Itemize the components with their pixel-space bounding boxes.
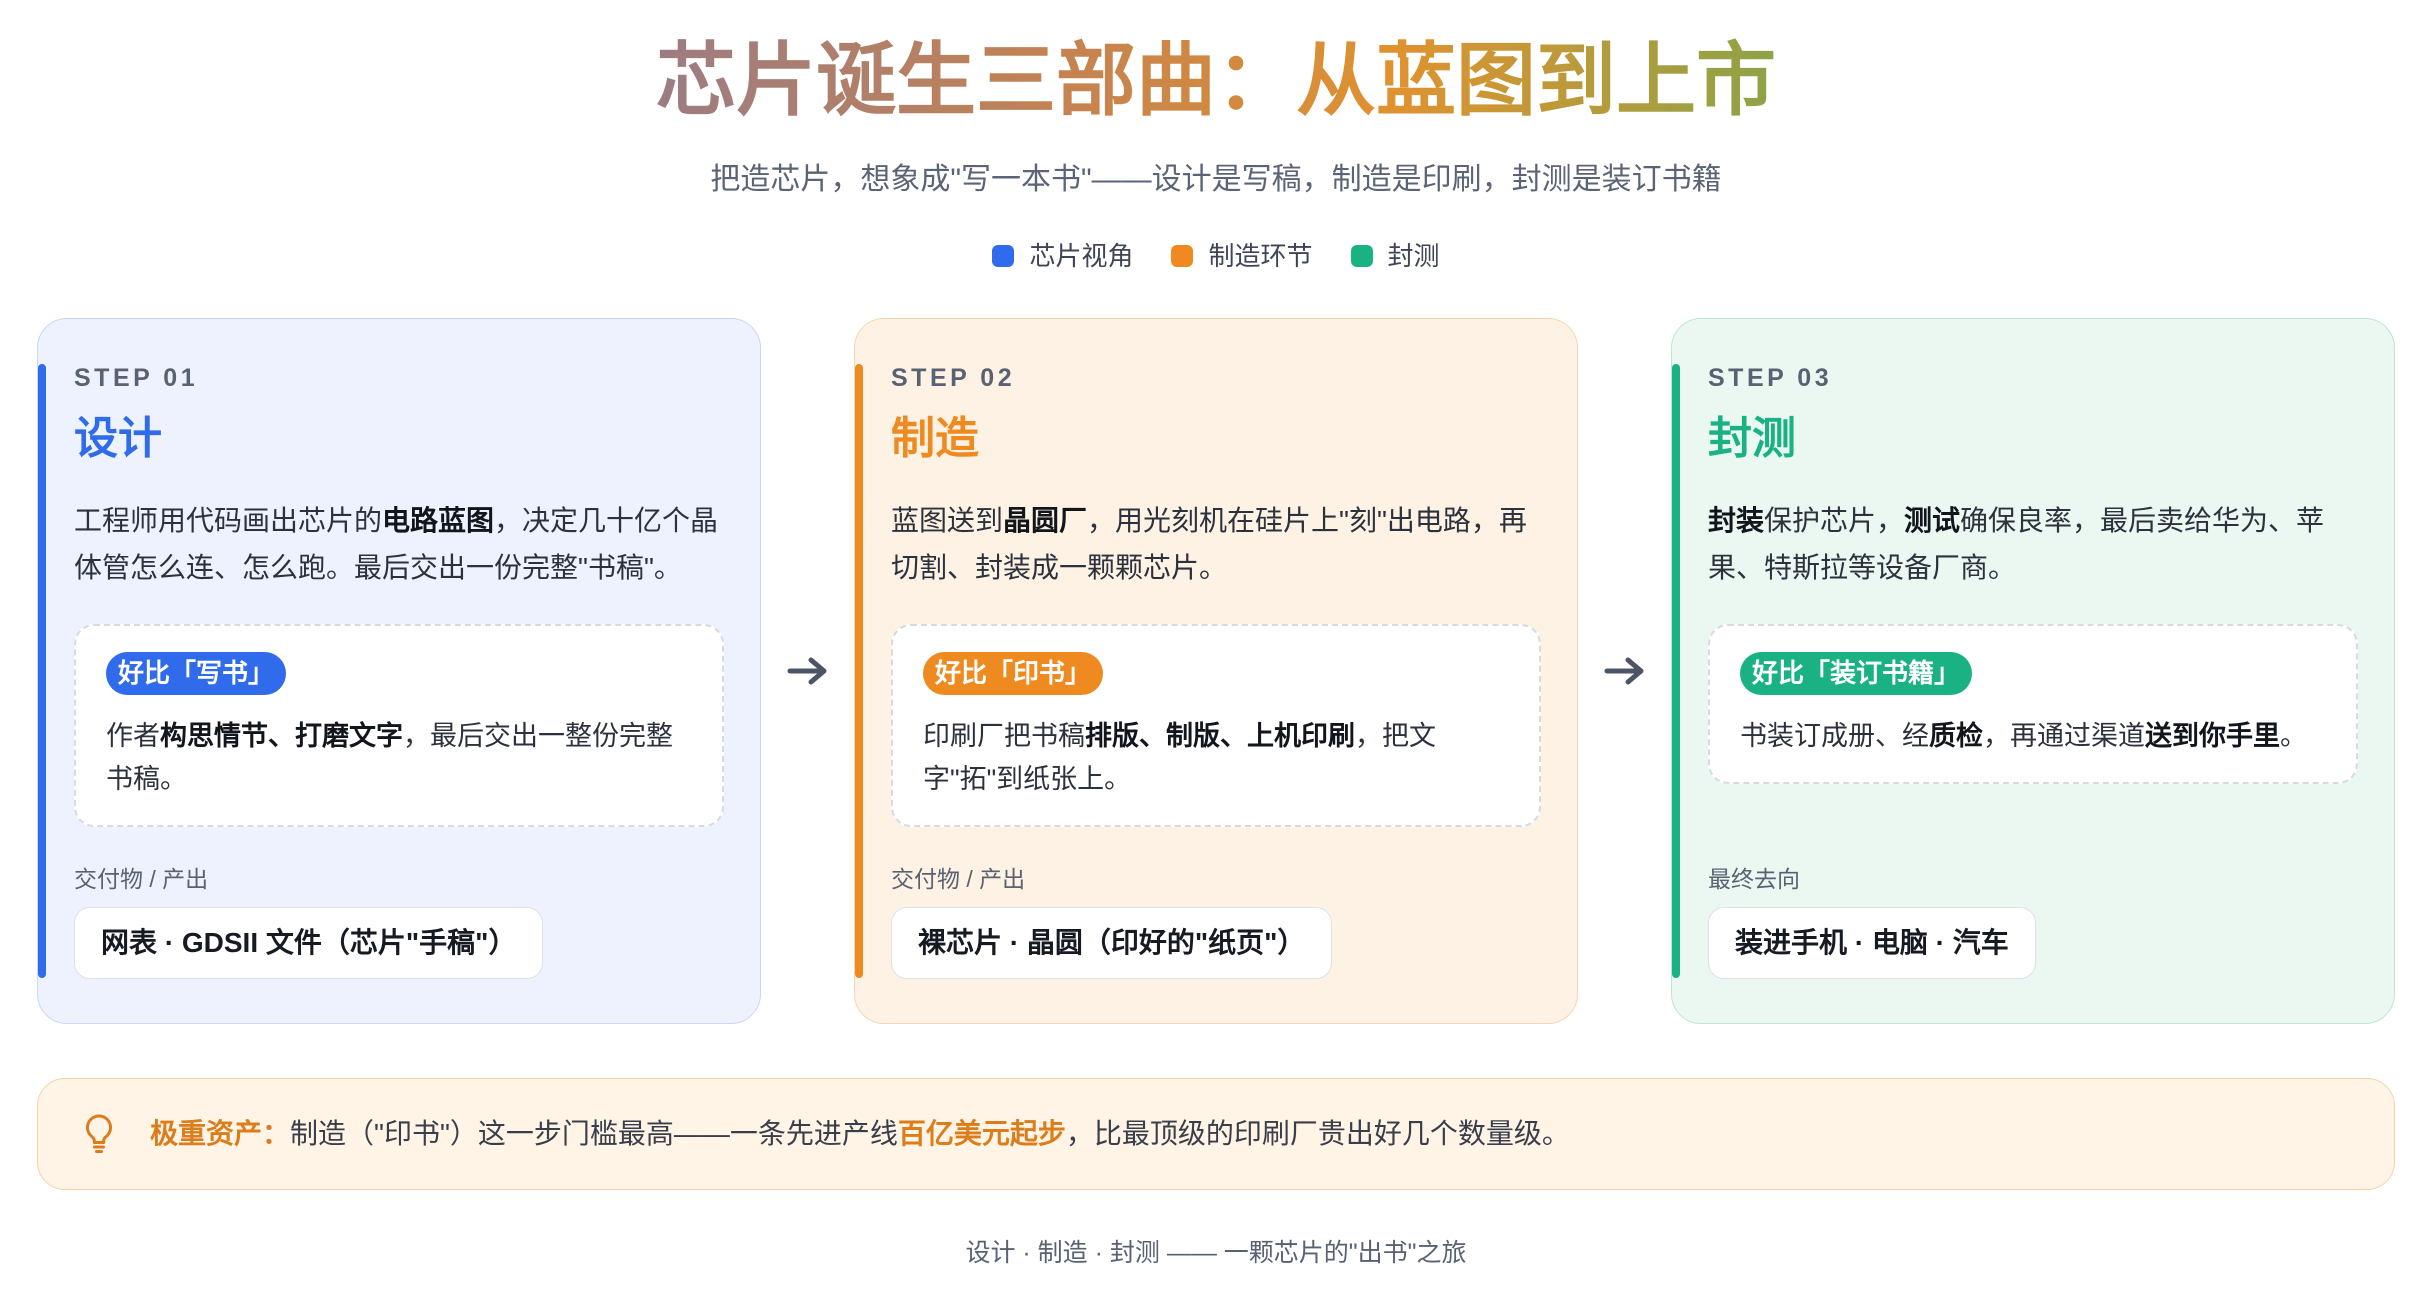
- step-card-design: STEP 01 设计 工程师用代码画出芯片的电路蓝图，决定几十亿个晶体管怎么连、…: [37, 318, 761, 1024]
- output-value: 网表 · GDSII 文件（芯片"手稿"）: [74, 907, 544, 979]
- description-keyword: 晶圆厂: [1003, 505, 1088, 536]
- output-value: 装进手机 · 电脑 · 汽车: [1708, 907, 2036, 979]
- analogy-segment: 。: [2280, 721, 2307, 751]
- analogy-keyword: 构思情节、打磨文字: [160, 721, 403, 751]
- analogy-text: 书装订成册、经质检，再通过渠道送到你手里。: [1740, 715, 2326, 758]
- description-text: 蓝图送到: [891, 505, 1004, 536]
- step-card-manufacturing: STEP 02 制造 蓝图送到晶圆厂，用光刻机在硅片上"刻"出电路，再切割、封装…: [854, 318, 1578, 1024]
- legend-item-packaging-testing: 封测: [1350, 238, 1440, 274]
- description-keyword: 封装: [1708, 505, 1765, 536]
- callout-banner: 极重资产：制造（"印书"）这一步门槛最高——一条先进产线百亿美元起步，比最顶级的…: [37, 1078, 2395, 1190]
- step-title: 设计: [74, 414, 162, 463]
- accent-bar: [855, 364, 863, 978]
- arrow-right-icon: [787, 657, 826, 685]
- output-label: 最终去向: [1708, 866, 1800, 892]
- callout-highlight: 百亿美元起步: [897, 1118, 1066, 1149]
- legend-item-chip-view: 芯片视角: [992, 238, 1133, 274]
- analogy-segment: 书装订成册、经: [1740, 721, 1929, 751]
- flow-arrow: [761, 318, 854, 1024]
- description-text: 工程师用代码画出芯片的: [74, 505, 383, 536]
- output-section: 交付物 / 产出 裸芯片 · 晶圆（印好的"纸页"）: [891, 864, 1541, 979]
- analogy-tag: 好比「装订书籍」: [1740, 652, 1973, 695]
- analogy-keyword: 排版、制版、上机印刷: [1085, 721, 1355, 751]
- legend-item-manufacturing: 制造环节: [1171, 238, 1313, 274]
- analogy-segment: ，再通过渠道: [1983, 721, 2145, 751]
- callout-label: 极重资产：: [150, 1118, 291, 1149]
- legend-swatch: [992, 245, 1015, 267]
- output-label: 交付物 / 产出: [74, 866, 209, 892]
- analogy-box: 好比「印书」 印刷厂把书稿排版、制版、上机印刷，把文字"拓"到纸张上。: [891, 624, 1541, 827]
- accent-bar: [1672, 364, 1680, 978]
- analogy-segment: 作者: [106, 721, 160, 751]
- callout-segment: ，比最顶级的印刷厂贵出好几个数量级。: [1065, 1118, 1570, 1149]
- analogy-keyword: 质检: [1929, 721, 1983, 751]
- analogy-keyword: 送到你手里: [2145, 721, 2280, 751]
- legend: 芯片视角 制造环节 封测: [0, 238, 2432, 274]
- output-label: 交付物 / 产出: [891, 866, 1026, 892]
- output-value: 裸芯片 · 晶圆（印好的"纸页"）: [891, 907, 1333, 979]
- description-keyword: 电路蓝图: [382, 505, 495, 536]
- step-number: STEP 01: [74, 364, 199, 392]
- page-subtitle: 把造芯片，想象成"写一本书"——设计是写稿，制造是印刷，封测是装订书籍: [710, 163, 1722, 196]
- flow-arrow: [1578, 318, 1671, 1024]
- output-section: 交付物 / 产出 网表 · GDSII 文件（芯片"手稿"）: [74, 864, 724, 979]
- legend-label: 封测: [1387, 241, 1440, 271]
- analogy-segment: 印刷厂把书稿: [923, 721, 1085, 751]
- page-title: 芯片诞生三部曲：从蓝图到上市: [0, 34, 2432, 128]
- step-number: STEP 02: [891, 364, 1016, 392]
- accent-bar: [38, 364, 46, 978]
- legend-swatch: [1350, 245, 1373, 267]
- analogy-box: 好比「装订书籍」 书装订成册、经质检，再通过渠道送到你手里。: [1708, 624, 2358, 784]
- lightbulb-icon: [83, 1113, 115, 1155]
- step-description: 封装保护芯片，测试确保良率，最后卖给华为、苹果、特斯拉等设备厂商。: [1708, 497, 2358, 591]
- step-description: 蓝图送到晶圆厂，用光刻机在硅片上"刻"出电路，再切割、封装成一颗颗芯片。: [891, 497, 1541, 591]
- footer-caption: 设计 · 制造 · 封测 —— 一颗芯片的"出书"之旅: [965, 1239, 1467, 1267]
- step-description: 工程师用代码画出芯片的电路蓝图，决定几十亿个晶体管怎么连、怎么跑。最后交出一份完…: [74, 497, 724, 591]
- analogy-tag: 好比「写书」: [106, 652, 287, 695]
- step-title: 封测: [1708, 414, 1796, 463]
- step-number: STEP 03: [1708, 364, 1833, 392]
- callout-text: 极重资产：制造（"印书"）这一步门槛最高——一条先进产线百亿美元起步，比最顶级的…: [150, 1114, 1570, 1154]
- analogy-text: 印刷厂把书稿排版、制版、上机印刷，把文字"拓"到纸张上。: [923, 715, 1509, 801]
- process-flow: STEP 01 设计 工程师用代码画出芯片的电路蓝图，决定几十亿个晶体管怎么连、…: [37, 318, 2395, 1024]
- output-section: 最终去向 装进手机 · 电脑 · 汽车: [1708, 864, 2358, 979]
- callout-segment: 制造（"印书"）这一步门槛最高——一条先进产线: [290, 1118, 898, 1149]
- description-keyword: 测试: [1904, 505, 1961, 536]
- legend-label: 制造环节: [1208, 241, 1313, 271]
- description-text: 保护芯片，: [1764, 505, 1905, 536]
- analogy-text: 作者构思情节、打磨文字，最后交出一整份完整书稿。: [106, 715, 692, 801]
- analogy-tag: 好比「印书」: [923, 652, 1104, 695]
- step-card-packaging-testing: STEP 03 封测 封装保护芯片，测试确保良率，最后卖给华为、苹果、特斯拉等设…: [1671, 318, 2395, 1024]
- step-title: 制造: [891, 414, 979, 463]
- arrow-right-icon: [1604, 657, 1643, 685]
- page-title-text: 芯片诞生三部曲：从蓝图到上市: [656, 34, 1776, 128]
- legend-swatch: [1171, 245, 1194, 267]
- analogy-box: 好比「写书」 作者构思情节、打磨文字，最后交出一整份完整书稿。: [74, 624, 724, 827]
- legend-label: 芯片视角: [1029, 241, 1134, 271]
